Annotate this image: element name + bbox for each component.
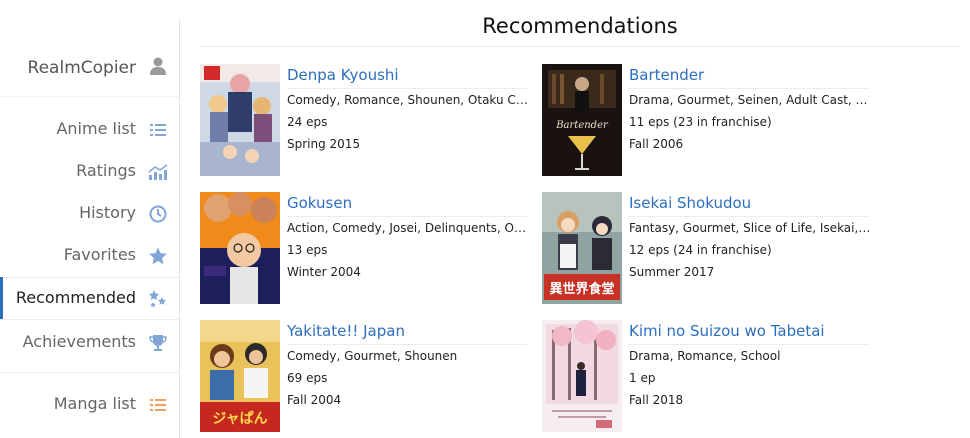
sidebar-divider [0,96,179,97]
anime-episodes: 12 eps (24 in franchise) [629,243,772,257]
sidebar-item-ratings[interactable]: Ratings [0,150,180,192]
anime-episodes: 11 eps (23 in franchise) [629,115,772,129]
sidebar-item-achievements[interactable]: Achievements [0,321,180,363]
sidebar-item-label: History [79,203,136,222]
history-icon [149,205,167,223]
anime-title-link[interactable]: Denpa Kyoushi [287,66,399,84]
anime-season: Fall 2006 [629,137,684,151]
anime-title-link[interactable]: Gokusen [287,194,352,212]
recommendation-card: Kimi no Suizou wo Tabetai Drama, Romance… [542,320,872,434]
recommendation-card: Gokusen Action, Comedy, Josei, Delinquen… [200,192,530,306]
anime-season: Summer 2017 [629,265,715,279]
sidebar-item-manga-list[interactable]: Manga list [0,383,180,425]
anime-poster[interactable]: Bartender [542,64,622,176]
anime-episodes: 1 ep [629,371,656,385]
star-icon [149,247,167,265]
anime-season: Fall 2004 [287,393,342,407]
anime-poster[interactable] [200,192,280,304]
anime-season: Fall 2018 [629,393,684,407]
sidebar-item-anime-list[interactable]: Anime list [0,108,180,150]
anime-title-link[interactable]: Kimi no Suizou wo Tabetai [629,322,825,340]
active-item-border [0,277,180,278]
manga-list-icon [150,399,166,411]
anime-poster[interactable]: ジャぱん [200,320,280,432]
sidebar-item-favorites[interactable]: Favorites [0,234,180,276]
anime-genres: Fantasy, Gourmet, Slice of Life, Isekai,… [629,221,871,235]
anime-genres: Comedy, Romance, Shounen, Otaku Cu... [287,93,529,107]
username: RealmCopier [27,58,136,78]
trophy-icon [149,335,167,351]
anime-title-link[interactable]: Isekai Shokudou [629,194,751,212]
sidebar-item-label: Recommended [15,288,136,307]
anime-episodes: 69 eps [287,371,328,385]
sidebar-item-label: Favorites [63,245,136,264]
svg-text:Bartender: Bartender [555,120,609,131]
list-icon [150,124,166,136]
title-underline [287,216,527,217]
title-underline [287,88,527,89]
anime-genres: Action, Comedy, Josei, Delinquents, Org.… [287,221,529,235]
user-profile-link[interactable]: RealmCopier [0,44,180,92]
svg-text:異世界食堂: 異世界食堂 [549,281,614,297]
sidebar-item-history[interactable]: History [0,192,180,234]
anime-season: Spring 2015 [287,137,361,151]
title-underline [629,216,869,217]
sidebar-item-label: Ratings [76,161,136,180]
chart-icon [148,164,168,180]
anime-genres: Drama, Gourmet, Seinen, Adult Cast, W... [629,93,871,107]
sidebar-border [179,18,180,438]
anime-episodes: 24 eps [287,115,328,129]
title-underline [287,344,527,345]
active-indicator [0,277,3,320]
anime-genres: Drama, Romance, School [629,349,781,363]
title-underline [629,88,869,89]
anime-poster[interactable]: 異世界食堂 [542,192,622,304]
recommend-icon [149,290,166,308]
user-icon [150,57,166,75]
recommendation-card: Bartender Bartender Drama, Gourmet, Sein… [542,64,872,178]
recommendation-card: 異世界食堂 Isekai Shokudou Fantasy, Gourmet, … [542,192,872,306]
anime-poster[interactable] [200,64,280,176]
page-title: Recommendations [482,14,678,38]
anime-episodes: 13 eps [287,243,328,257]
active-item-border [0,319,180,320]
sidebar-item-recommended[interactable]: Recommended [0,277,180,320]
anime-title-link[interactable]: Yakitate!! Japan [287,322,405,340]
anime-season: Winter 2004 [287,265,361,279]
svg-text:ジャぱん: ジャぱん [212,410,267,427]
sidebar-item-label: Manga list [53,394,136,413]
recommendation-card: Denpa Kyoushi Comedy, Romance, Shounen, … [200,64,530,178]
anime-genres: Comedy, Gourmet, Shounen [287,349,458,363]
sidebar-divider [0,372,179,373]
sidebar-item-label: Anime list [56,119,136,138]
anime-poster[interactable] [542,320,622,432]
sidebar-item-label: Achievements [22,332,136,351]
anime-title-link[interactable]: Bartender [629,66,704,84]
title-underline [629,344,869,345]
title-divider [200,46,960,47]
sidebar: RealmCopier Anime list Ratings History F… [0,0,180,438]
recommendation-card: ジャぱん Yakitate!! Japan Comedy, Gourmet, S… [200,320,530,434]
